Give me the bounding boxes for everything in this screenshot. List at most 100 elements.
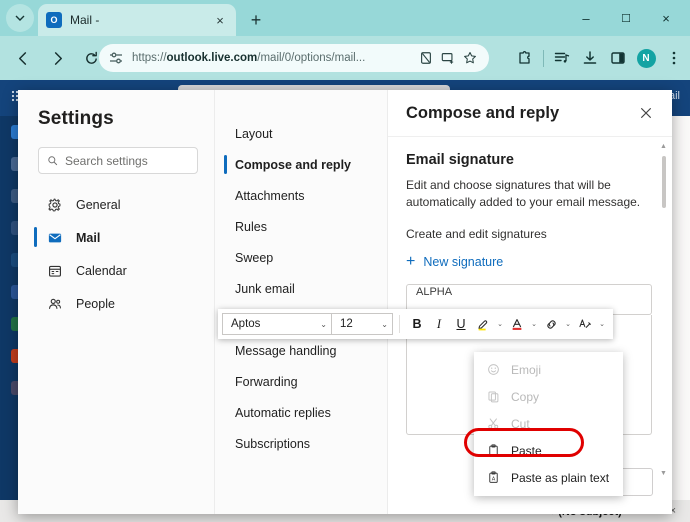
settings-search-input[interactable]: Search settings (38, 147, 198, 174)
puzzle-icon[interactable] (511, 44, 539, 72)
font-color-icon[interactable] (506, 313, 528, 335)
chevron-down-icon: ⌄ (381, 319, 388, 329)
sidebar-item-label: Mail (76, 230, 101, 245)
settings-search-placeholder: Search settings (65, 153, 148, 168)
highlighter-icon[interactable] (472, 313, 494, 335)
window-close-button[interactable]: × (646, 0, 686, 36)
subnav-item-message-handling[interactable]: Message handling (215, 335, 387, 366)
sidebar-item-label: People (76, 296, 115, 311)
sidebar-item-mail[interactable]: Mail (34, 221, 198, 254)
panel-header: Compose and reply (388, 90, 672, 137)
sidebar-item-calendar[interactable]: Calendar (38, 254, 198, 287)
download-icon[interactable] (576, 44, 604, 72)
browser-menu-icon[interactable] (660, 44, 688, 72)
font-size-select[interactable]: 12 ⌄ (331, 313, 393, 335)
scroll-down-arrow-icon[interactable]: ▼ (659, 469, 668, 478)
context-menu-item-cut[interactable]: Cut (474, 410, 623, 437)
new-signature-button[interactable]: + New signature (406, 252, 652, 270)
svg-text:A: A (491, 476, 495, 482)
bookmark-star-icon[interactable] (460, 48, 480, 68)
plus-icon: + (406, 252, 416, 270)
url-prefix: https:// (132, 52, 167, 64)
subnav-item-attachments[interactable]: Attachments (215, 180, 387, 211)
address-bar-url[interactable]: https://outlook.live.com/mail/0/options/… (132, 52, 414, 64)
context-menu-item-label: Emoji (511, 362, 542, 377)
settings-title: Settings (38, 108, 114, 129)
context-menu-item-paste[interactable]: Paste (474, 437, 623, 464)
window-minimize-button[interactable]: – (566, 0, 606, 36)
link-chevron-down-icon[interactable]: ⌄ (562, 313, 574, 335)
page-title: Compose and reply (406, 103, 560, 122)
back-arrow-icon[interactable] (8, 43, 38, 73)
subnav-item-automatic-replies[interactable]: Automatic replies (215, 397, 387, 428)
chevron-down-icon: ⌄ (320, 319, 327, 329)
clipboard-icon (485, 444, 501, 457)
context-menu-item-copy[interactable]: Copy (474, 383, 623, 410)
copy-icon (485, 390, 501, 403)
install-app-icon[interactable] (438, 48, 458, 68)
split-view-icon[interactable] (416, 48, 436, 68)
section-description: Edit and choose signatures that will be … (406, 178, 641, 210)
browser-toolbar-right: N (511, 44, 688, 72)
subnav-item-label: Junk email (235, 281, 295, 296)
signature-name-value: ALPHA (416, 285, 453, 298)
browser-toolbar: https://outlook.live.com/mail/0/options/… (0, 36, 690, 80)
highlight-chevron-down-icon[interactable]: ⌄ (494, 313, 506, 335)
address-bar[interactable]: https://outlook.live.com/mail/0/options/… (99, 44, 489, 72)
people-icon (48, 297, 67, 311)
forward-arrow-icon[interactable] (42, 43, 72, 73)
settings-nav: General Mail Calendar People (34, 188, 198, 320)
toolbar-divider (543, 49, 544, 67)
side-panel-icon[interactable] (604, 44, 632, 72)
settings-sidebar: Settings Search settings General Mail Ca… (18, 90, 215, 514)
font-family-select[interactable]: Aptos ⌄ (222, 313, 332, 335)
subnav-item-sweep[interactable]: Sweep (215, 242, 387, 273)
sidebar-item-people[interactable]: People (38, 287, 198, 320)
scrollbar-thumb[interactable] (661, 156, 666, 208)
italic-button[interactable]: I (428, 313, 450, 335)
scroll-up-arrow-icon[interactable]: ▲ (659, 142, 668, 151)
clear-formatting-chevron-down-icon[interactable]: ⌄ (596, 313, 608, 335)
context-menu-item-paste-as-plain-text[interactable]: A Paste as plain text (474, 464, 623, 491)
section-subheading: Create and edit signatures (406, 226, 547, 241)
sidebar-item-general[interactable]: General (38, 188, 198, 221)
subnav-item-label: Rules (235, 219, 267, 234)
context-menu: Emoji Copy Cut Paste A Paste as plain te… (464, 352, 623, 496)
profile-avatar[interactable]: N (632, 44, 660, 72)
subnav-item-junk-email[interactable]: Junk email (215, 273, 387, 304)
new-tab-button[interactable]: + (244, 8, 268, 32)
subnav-item-forwarding[interactable]: Forwarding (215, 366, 387, 397)
subnav-item-subscriptions[interactable]: Subscriptions (215, 428, 387, 459)
window-maximize-button[interactable]: ☐ (606, 0, 646, 36)
calendar-icon (48, 264, 67, 278)
subnav-item-layout[interactable]: Layout (215, 118, 387, 149)
tab-search-icon[interactable] (6, 4, 34, 32)
browser-tab[interactable]: O Mail - × (38, 4, 236, 36)
tab-title: Mail - (70, 13, 100, 27)
screen: O Mail - × + – ☐ × https://outlook.live.… (0, 0, 690, 522)
selected-indicator (34, 227, 37, 247)
settings-subnav: Layout Compose and reply Attachments Rul… (215, 90, 388, 514)
emoji-icon (485, 363, 501, 376)
underline-button[interactable]: U (450, 313, 472, 335)
tab-close-icon[interactable]: × (212, 12, 228, 28)
bold-button[interactable]: B (406, 313, 428, 335)
subnav-item-label: Automatic replies (235, 405, 331, 420)
clear-formatting-icon[interactable] (574, 313, 596, 335)
subnav-item-label: Attachments (235, 188, 305, 203)
playlist-icon[interactable] (548, 44, 576, 72)
url-path: /mail/0/options/mail... (257, 52, 366, 64)
context-menu-item-label: Cut (511, 416, 530, 431)
search-icon (48, 156, 58, 166)
subnav-item-rules[interactable]: Rules (215, 211, 387, 242)
link-icon[interactable] (540, 313, 562, 335)
close-icon[interactable] (634, 101, 658, 125)
panel-scrollbar[interactable]: ▲ ▼ (659, 142, 668, 478)
subnav-item-compose-and-reply[interactable]: Compose and reply (215, 149, 387, 180)
browser-tabstrip: O Mail - × + – ☐ × (0, 0, 690, 36)
context-menu-item-emoji[interactable]: Emoji (474, 356, 623, 383)
font-color-chevron-down-icon[interactable]: ⌄ (528, 313, 540, 335)
gear-icon (48, 198, 67, 212)
avatar-initial: N (636, 48, 656, 68)
site-settings-icon[interactable] (108, 50, 124, 66)
